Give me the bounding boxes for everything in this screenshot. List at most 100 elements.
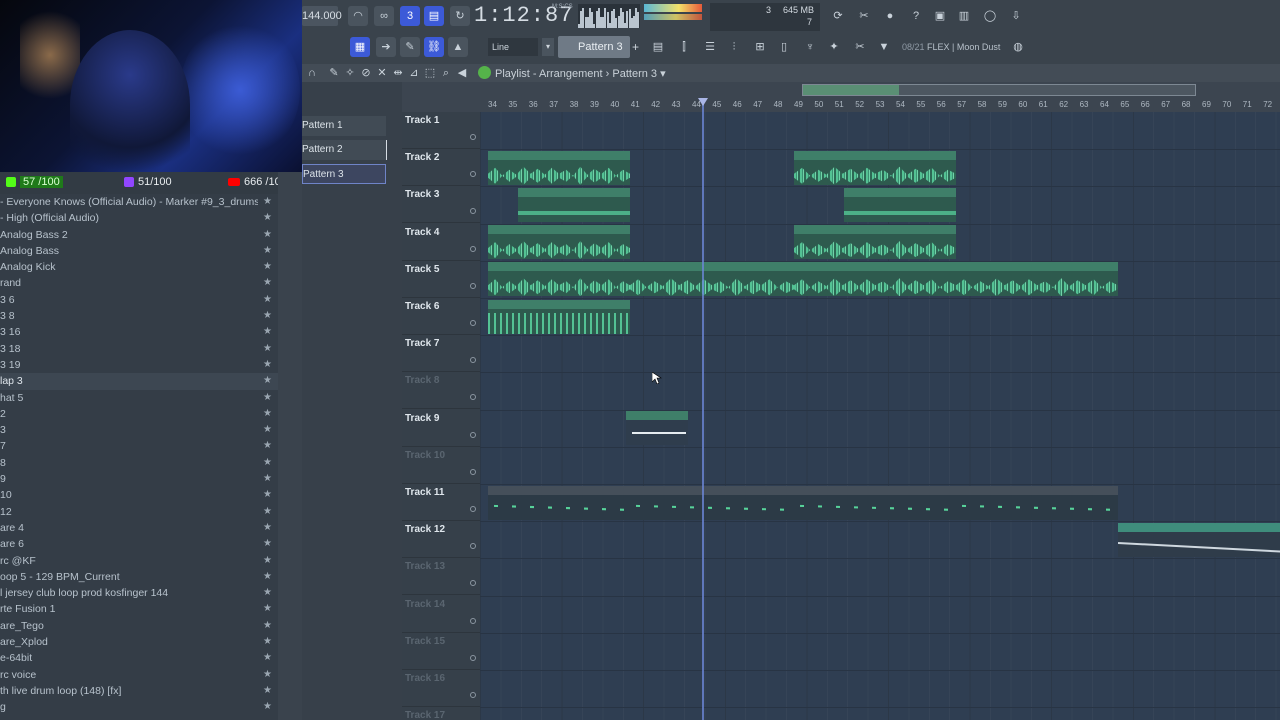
track-header[interactable]: Track 3 [402, 186, 480, 224]
browser-item[interactable]: rte Fusion 1 ★ [0, 601, 278, 617]
star-icon[interactable]: ★ [263, 585, 272, 601]
tempo-display[interactable]: 144.000 [302, 6, 342, 26]
star-icon[interactable]: ★ [263, 455, 272, 471]
playlist-grid[interactable]: (loop) Sparkling..4bpm bmin @Jaykay (loop… [480, 112, 1280, 720]
download-icon[interactable]: ⇩ [1006, 6, 1026, 26]
browser-item[interactable]: - Everyone Knows (Official Audio) - Mark… [0, 194, 278, 210]
browser-item[interactable]: 7 ★ [0, 438, 278, 454]
picker-pattern-3[interactable]: Pattern 3 [302, 164, 386, 184]
add-pattern-icon[interactable]: + [632, 36, 644, 58]
browser-item[interactable]: 10 ★ [0, 487, 278, 503]
star-icon[interactable]: ★ [263, 243, 272, 259]
browser-item[interactable]: Analog Kick ★ [0, 259, 278, 275]
track-enable-icon[interactable] [470, 617, 476, 624]
metronome-icon[interactable]: ◠ [348, 6, 368, 26]
track-header[interactable]: Track 1 [402, 112, 480, 149]
track-enable-icon[interactable] [470, 357, 476, 364]
audio-clip[interactable]: 7 - TFZ..nsition [626, 411, 688, 446]
browser-item[interactable]: rand ★ [0, 275, 278, 291]
track-enable-icon[interactable] [470, 282, 476, 289]
plugin-icon[interactable]: ▥ [954, 6, 974, 26]
globe-icon[interactable]: ◍ [1008, 37, 1028, 57]
track-enable-icon[interactable] [470, 320, 476, 326]
star-icon[interactable]: ★ [263, 210, 272, 226]
star-icon[interactable]: ★ [263, 259, 272, 275]
plugin-db-icon[interactable]: ✦ [824, 37, 844, 57]
track-header[interactable]: Track 2 [402, 149, 480, 187]
star-icon[interactable]: ★ [263, 471, 272, 487]
track-header[interactable]: Track 16 [402, 670, 480, 707]
star-icon[interactable]: ★ [263, 699, 272, 715]
audio-clip[interactable]: (loop) Sparkling 144bpm bmin @Jaykay [630, 262, 794, 297]
touch-controller-icon[interactable]: ♆ [800, 37, 820, 57]
track-enable-icon[interactable] [470, 134, 476, 140]
step-edit-icon[interactable]: ▤ [424, 6, 444, 26]
track-header[interactable]: Track 8 [402, 372, 480, 410]
plugin-picker-icon[interactable]: ▯ [774, 37, 794, 57]
browser-icon[interactable]: ⊞ [750, 37, 770, 57]
track-enable-icon[interactable] [470, 208, 476, 215]
star-icon[interactable]: ★ [263, 683, 272, 699]
track-enable-icon[interactable] [470, 654, 476, 661]
pencil-icon[interactable]: ✎ [400, 37, 420, 57]
track-enable-icon[interactable] [470, 692, 476, 698]
track-header[interactable]: Track 10 [402, 447, 480, 484]
render-icon[interactable]: ▼ [874, 37, 894, 57]
star-icon[interactable]: ★ [263, 520, 272, 536]
star-icon[interactable]: ★ [263, 275, 272, 291]
star-icon[interactable]: ★ [263, 227, 272, 243]
browser-item[interactable]: oop 5 - 129 BPM_Current ★ [0, 569, 278, 585]
browser-item[interactable]: rc @KF ★ [0, 553, 278, 569]
track-header[interactable]: Track 4 [402, 224, 480, 261]
stamp-icon[interactable]: ▲ [448, 37, 468, 57]
track-enable-icon[interactable] [470, 245, 476, 252]
star-icon[interactable]: ★ [263, 194, 272, 210]
browser-item[interactable]: - High (Official Audio) ★ [0, 210, 278, 226]
audio-clip[interactable]: (loop) Sparkling 144bpm bmin @Jaykay [794, 150, 956, 185]
pattern-clip[interactable]: Pattern 3 [956, 485, 1118, 520]
audio-clip[interactable]: (loop) Sparkling 144bpm bmin @Jaykay [794, 225, 956, 260]
track-header[interactable]: Track 5 [402, 261, 480, 298]
browser-item[interactable]: 3 16 ★ [0, 324, 278, 340]
star-icon[interactable]: ★ [263, 292, 272, 308]
star-icon[interactable]: ★ [263, 487, 272, 503]
track-enable-icon[interactable] [470, 394, 476, 401]
audio-clip[interactable]: (loop) Sparkling 144bpm bmin @Jaykay [794, 262, 956, 297]
star-icon[interactable]: ★ [263, 357, 272, 373]
browser-item[interactable]: Analog Bass 2 ★ [0, 227, 278, 243]
play-icon[interactable] [478, 66, 491, 79]
playhead[interactable] [702, 100, 704, 720]
track-header[interactable]: Track 14 [402, 596, 480, 633]
automation-clip[interactable]: Master - Volume [1118, 522, 1280, 557]
browser-item[interactable]: are 6 ★ [0, 536, 278, 552]
track-header[interactable]: Track 12 [402, 521, 480, 559]
wait-input-icon[interactable]: ∞ [374, 6, 394, 26]
track-enable-icon[interactable] [470, 543, 476, 550]
star-icon[interactable]: ★ [263, 569, 272, 585]
star-icon[interactable]: ★ [263, 390, 272, 406]
star-icon[interactable]: ★ [263, 308, 272, 324]
track-header[interactable]: Track 15 [402, 633, 480, 670]
audio-clip[interactable]: (loop) Sparkling..4bpm bmin @Jaykay [488, 299, 630, 334]
star-icon[interactable]: ★ [263, 341, 272, 357]
snap-dropdown-icon[interactable]: ▾ [542, 38, 554, 56]
audio-clip[interactable]: (loop) Sparkling..4bpm bmin @Jaykay [488, 262, 630, 297]
playlist-view-icon[interactable]: ▦ [350, 37, 370, 57]
browser-item[interactable]: 3 ★ [0, 422, 278, 438]
link-icon[interactable]: ⛓ [424, 37, 444, 57]
browser-item[interactable]: 8 ★ [0, 455, 278, 471]
star-icon[interactable]: ★ [263, 504, 272, 520]
browser-scrollbar[interactable] [278, 172, 302, 720]
track-enable-icon[interactable] [470, 468, 476, 475]
browser-item[interactable]: 3 8 ★ [0, 308, 278, 324]
star-icon[interactable]: ★ [263, 618, 272, 634]
track-header[interactable]: Track 6 [402, 298, 480, 335]
refresh-icon[interactable]: ⟳ [828, 6, 848, 26]
browser-item[interactable]: l jersey club loop prod kosfinger 144 ★ [0, 585, 278, 601]
browser-item[interactable]: are_Xplod ★ [0, 634, 278, 650]
browser-item[interactable]: 9 ★ [0, 471, 278, 487]
star-icon[interactable]: ★ [263, 406, 272, 422]
star-icon[interactable]: ★ [263, 634, 272, 650]
countdown-icon[interactable]: 3 [400, 6, 420, 26]
browser-item[interactable]: g ★ [0, 699, 278, 715]
